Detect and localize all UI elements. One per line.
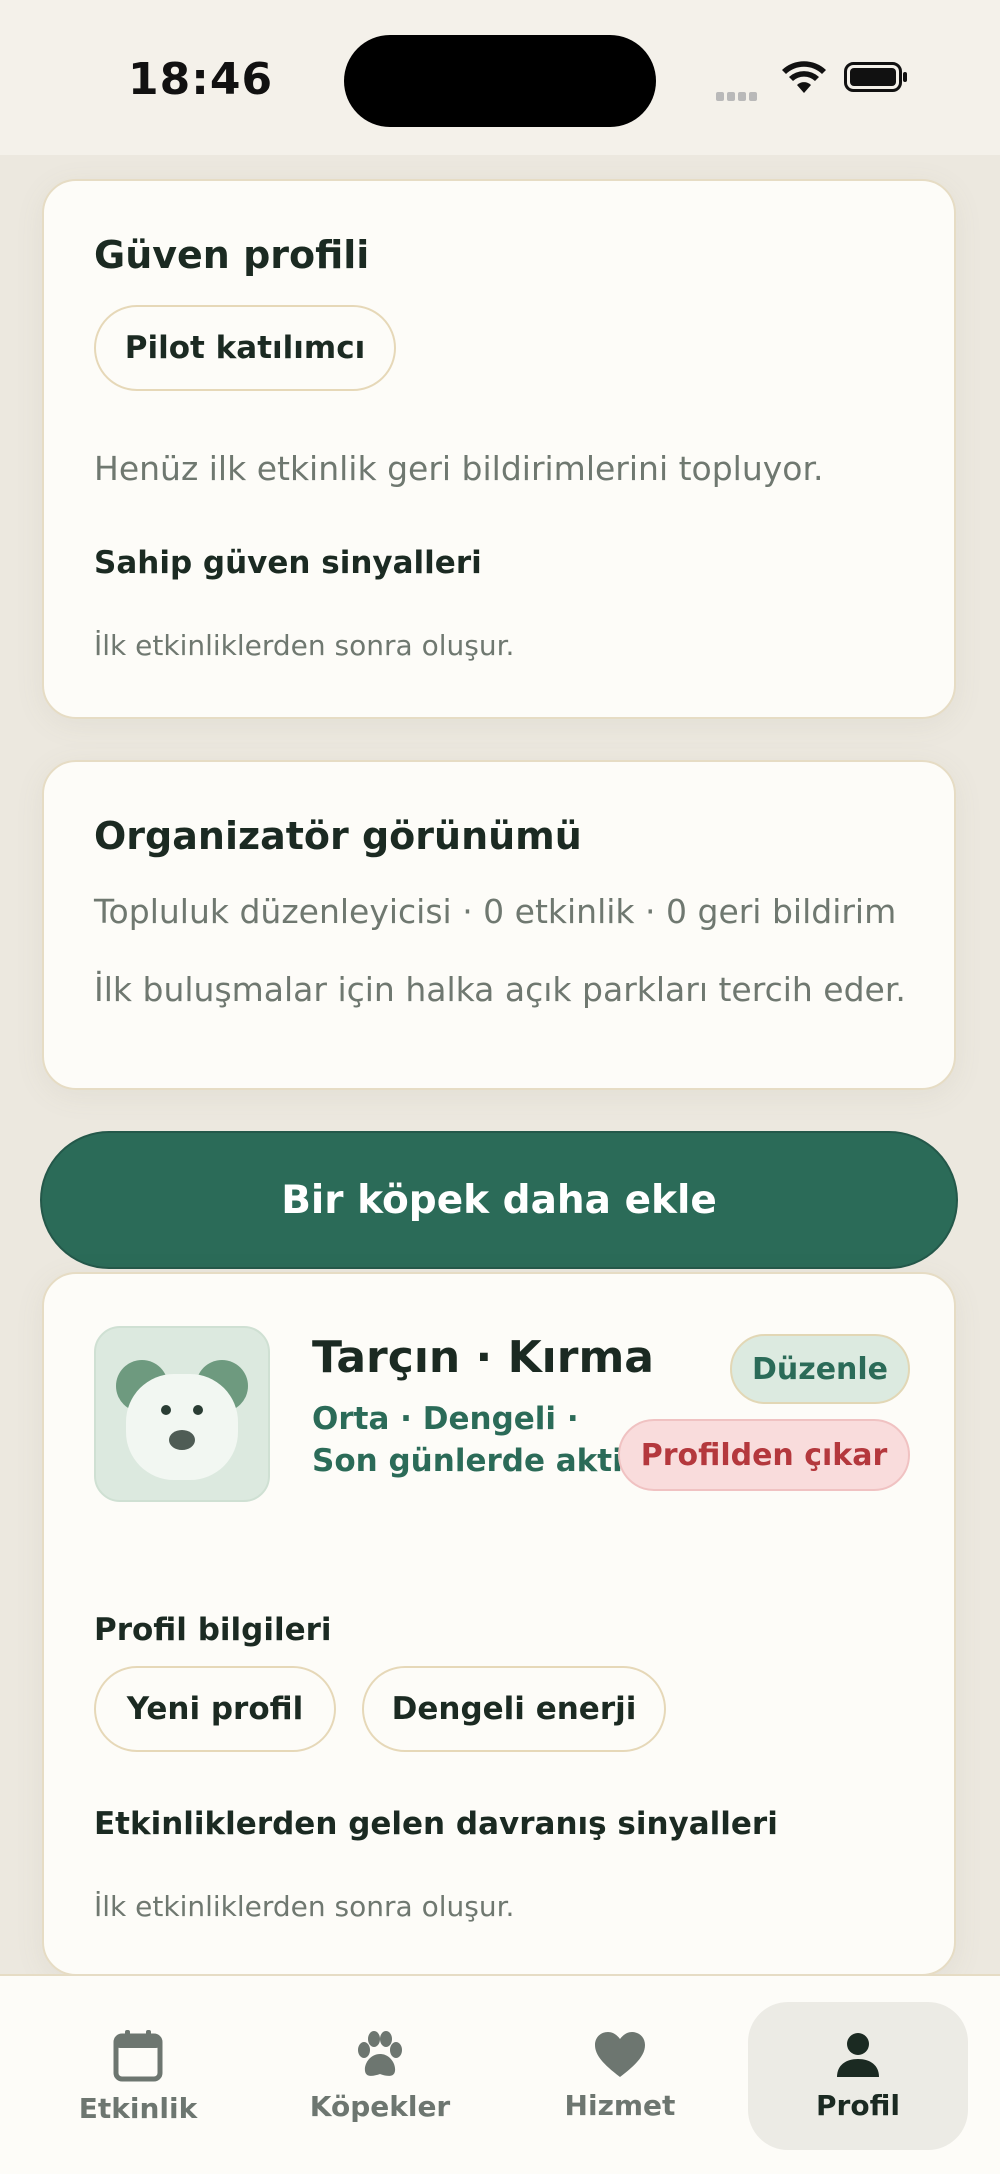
tag-balanced-energy: Dengeli enerji (362, 1666, 666, 1752)
organizer-note: İlk buluşmalar için halka açık parkları … (94, 970, 906, 1009)
tab-bar: Etkinlik Köpekler Hizmet Profil (0, 1974, 1000, 2174)
organizer-card: Organizatör görünümü Topluluk düzenleyic… (42, 760, 956, 1090)
heart-icon (595, 2031, 645, 2077)
battery-icon (844, 62, 907, 92)
behavior-signals-empty: İlk etkinliklerden sonra oluşur. (94, 1890, 515, 1923)
tab-profil-label: Profil (816, 2088, 900, 2122)
behavior-signals-title: Etkinliklerden gelen davranış sinyalleri (94, 1806, 778, 1842)
dog-meta-line-2: Son günlerde aktif (312, 1443, 637, 1479)
dynamic-island (344, 35, 656, 127)
tab-hizmet-label: Hizmet (564, 2088, 676, 2122)
dog-meta-line-1: Orta · Dengeli · (312, 1401, 579, 1437)
cellular-signal-icon (716, 86, 760, 105)
trust-profile-card: Güven profili Pilot katılımcı Henüz ilk … (42, 179, 956, 719)
status-bar: 18:46 (0, 0, 1000, 155)
trust-profile-title: Güven profili (94, 233, 370, 277)
dog-face-icon (116, 1360, 248, 1480)
tab-etkinlik-label: Etkinlik (78, 2091, 198, 2125)
paw-icon (358, 2030, 402, 2076)
tab-profil[interactable]: Profil (748, 2002, 968, 2150)
edit-dog-button[interactable]: Düzenle (730, 1334, 910, 1404)
dog-meta: Orta · Dengeli · Son günlerde aktif (312, 1398, 636, 1482)
tab-kopekler-label: Köpekler (309, 2089, 451, 2123)
profile-info-title: Profil bilgileri (94, 1612, 332, 1648)
dog-name: Tarçın · Kırma (312, 1332, 654, 1383)
organizer-title: Organizatör görünümü (94, 814, 582, 858)
owner-signals-title: Sahip güven sinyalleri (94, 545, 482, 581)
calendar-icon (113, 2029, 163, 2081)
owner-signals-empty: İlk etkinliklerden sonra oluşur. (94, 629, 515, 662)
person-icon (837, 2032, 879, 2077)
tab-hizmet[interactable]: Hizmet (510, 2002, 730, 2150)
wifi-icon (782, 61, 826, 93)
remove-dog-button[interactable]: Profilden çıkar (618, 1419, 910, 1491)
add-dog-button[interactable]: Bir köpek daha ekle (40, 1131, 958, 1269)
tab-etkinlik[interactable]: Etkinlik (28, 2002, 248, 2150)
tag-new-profile: Yeni profil (94, 1666, 336, 1752)
organizer-stats: Topluluk düzenleyicisi · 0 etkinlik · 0 … (94, 892, 897, 931)
dog-avatar (94, 1326, 270, 1502)
status-time: 18:46 (128, 54, 274, 105)
pilot-badge: Pilot katılımcı (94, 305, 396, 391)
trust-description: Henüz ilk etkinlik geri bildirimlerini t… (94, 449, 824, 488)
dog-card: Tarçın · Kırma Orta · Dengeli · Son günl… (42, 1272, 956, 1976)
tab-kopekler[interactable]: Köpekler (270, 2002, 490, 2150)
